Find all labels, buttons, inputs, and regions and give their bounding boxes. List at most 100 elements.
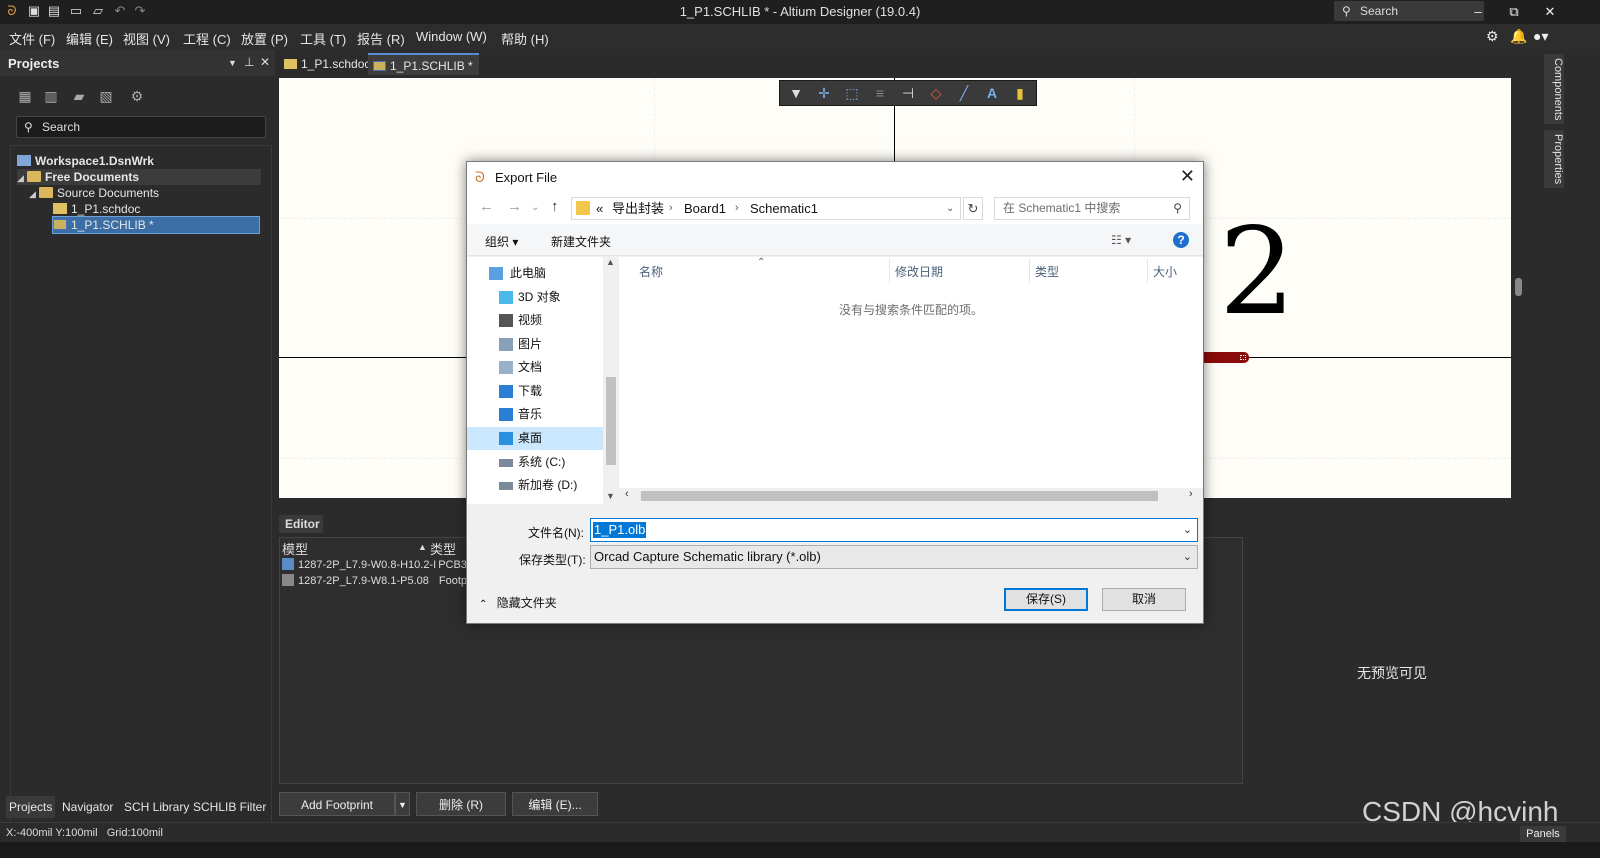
forward-arrow-icon[interactable]: → [507,198,522,215]
projects-search-input[interactable]: ⚲ Search [16,116,266,138]
breadcrumb-separator-icon[interactable]: › [735,198,739,219]
breadcrumb-overflow[interactable]: « [596,198,603,219]
column-divider[interactable] [1147,259,1148,283]
nav-this-pc[interactable]: 此电脑 [467,262,603,285]
scroll-thumb[interactable] [1515,278,1522,296]
tab-components[interactable]: Components [1544,54,1564,124]
delete-button[interactable]: 删除 (R) [416,792,506,816]
line-icon[interactable]: ╱ [954,84,974,102]
column-divider[interactable] [1029,259,1030,283]
pin-icon[interactable]: ⊥ [244,55,254,69]
tree-item-schdoc[interactable]: 1_P1.schdoc [53,201,261,217]
nav-desktop[interactable]: 桌面 [467,427,603,450]
back-arrow-icon[interactable]: ← [479,198,494,215]
minimize-button[interactable]: – [1468,2,1488,22]
menu-file[interactable]: 文件 (F) [9,29,55,48]
scroll-up-icon[interactable]: ▲ [606,257,615,267]
menu-tools[interactable]: 工具 (T) [300,29,346,48]
refresh-button[interactable]: ↻ [963,197,983,220]
dialog-close-button[interactable]: ✕ [1180,166,1195,187]
menu-reports[interactable]: 报告 (R) [357,29,405,48]
chevron-down-icon[interactable]: ⌄ [1183,546,1192,568]
shape-icon[interactable]: ◇ [926,84,946,102]
nav-videos[interactable]: 视频 [467,309,603,332]
project-options-gear-icon[interactable]: ⚙ [128,88,146,104]
nav-downloads[interactable]: 下载 [467,380,603,403]
expand-arrow-icon[interactable]: ◢ [29,186,39,202]
text-icon[interactable]: A [982,84,1002,102]
pin-designator[interactable]: 2 [1219,213,1295,333]
help-icon[interactable]: ? [1173,232,1189,248]
column-size[interactable]: 大小 [1153,263,1177,280]
filetype-select[interactable]: Orcad Capture Schematic library (*.olb) … [590,545,1198,569]
tab-navigator[interactable]: Navigator [62,800,113,814]
compile-icon[interactable]: ▥ [42,88,60,104]
breadcrumb-item[interactable]: 导出封装 [612,198,664,219]
part-icon[interactable]: ▮ [1010,84,1030,102]
new-folder-button[interactable]: 新建文件夹 [551,233,611,250]
close-panel-icon[interactable]: ✕ [260,55,270,69]
panels-button[interactable]: Panels [1520,826,1566,843]
add-model-dropdown[interactable]: ▼ [395,792,410,816]
column-model[interactable]: 模型 [282,539,308,558]
column-name[interactable]: 名称 [639,263,663,280]
scroll-thumb[interactable] [606,377,616,465]
menu-help[interactable]: 帮助 (H) [501,29,549,48]
move-icon[interactable]: ✛ [814,84,834,102]
organize-button[interactable]: 组织 ▾ [485,233,518,250]
nav-music[interactable]: 音乐 [467,403,603,426]
filter-icon[interactable]: ▼ [786,84,806,102]
table-row[interactable]: 1287-2P_L7.9-W8.1-P5.08 Footpr [282,573,471,589]
menu-project[interactable]: 工程 (C) [183,29,231,48]
gear-icon[interactable]: ⚙ [1486,28,1499,45]
tab-properties[interactable]: Properties [1544,130,1564,188]
scroll-down-icon[interactable]: ▼ [606,491,615,501]
pin-place-icon[interactable]: ⊣ [898,84,918,102]
user-icon[interactable]: ●▾ [1533,28,1548,45]
save-project-icon[interactable]: ▦ [16,88,34,104]
scroll-thumb[interactable] [641,491,1158,501]
scroll-right-icon[interactable]: › [1189,488,1193,500]
menu-window[interactable]: Window (W) [416,29,487,44]
table-row[interactable]: 1287-2P_L7.9-W0.8-H10.2-I PCB3D [282,557,475,573]
column-type[interactable]: 类型 [430,539,456,558]
global-search[interactable]: ⚲ Search [1334,1,1484,21]
nav-3d-objects[interactable]: 3D 对象 [467,286,603,309]
bell-icon[interactable]: 🔔 [1510,28,1527,45]
add-footprint-button[interactable]: Add Footprint [279,792,395,816]
tree-item-free-documents[interactable]: ◢ Free Documents [17,169,261,185]
up-arrow-icon[interactable]: ↑ [551,198,559,215]
folder-search-input[interactable]: 在 Schematic1 中搜索 ⚲ [994,197,1190,220]
tree-item-schlib[interactable]: 1_P1.SCHLIB * [52,216,260,234]
expand-arrow-icon[interactable]: ◢ [17,170,27,186]
view-options-icon[interactable]: ☷ ▾ [1111,233,1131,247]
menu-view[interactable]: 视图 (V) [123,29,170,48]
hide-folders-toggle[interactable]: ⌃ 隐藏文件夹 [479,594,557,611]
filename-input[interactable]: 1_P1.olb ⌄ [590,518,1198,542]
address-bar[interactable]: « 导出封装 › Board1 › Schematic1 ⌄ [571,197,961,220]
open-folder-icon[interactable]: ▰ [70,88,88,104]
chevron-down-icon[interactable]: ⌄ [1183,523,1192,536]
tab-sch-library[interactable]: SCH Library [124,800,189,814]
tab-projects[interactable]: Projects [6,796,56,818]
nav-drive-c[interactable]: 系统 (C:) [467,451,603,474]
breadcrumb-item[interactable]: Board1 [684,198,726,219]
file-list-horizontal-scrollbar[interactable]: ‹ › [619,488,1203,504]
column-date-modified[interactable]: 修改日期 [895,263,943,280]
recent-locations-chevron-icon[interactable]: ⌄ [531,202,539,213]
tab-schlib[interactable]: 1_P1.SCHLIB * [368,53,479,75]
column-type[interactable]: 类型 [1035,263,1059,280]
breadcrumb-item[interactable]: Schematic1 [750,198,818,219]
save-button[interactable]: 保存(S) [1004,588,1088,611]
canvas-vertical-scrollbar[interactable] [1512,78,1526,498]
chevron-down-icon[interactable]: ⌄ [946,198,954,219]
panel-menu-icon[interactable]: ▼ [228,58,237,68]
edit-button[interactable]: 编辑 (E)... [512,792,598,816]
tab-schdoc[interactable]: 1_P1.schdoc [279,53,376,75]
restore-button[interactable]: ⧉ [1504,2,1524,22]
nav-drive-d[interactable]: 新加卷 (D:) [467,474,603,497]
column-divider[interactable] [889,259,890,283]
menu-place[interactable]: 放置 (P) [241,29,288,48]
tab-schlib-filter[interactable]: SCHLIB Filter [193,800,266,814]
tree-item-workspace[interactable]: Workspace1.DsnWrk [17,153,267,169]
